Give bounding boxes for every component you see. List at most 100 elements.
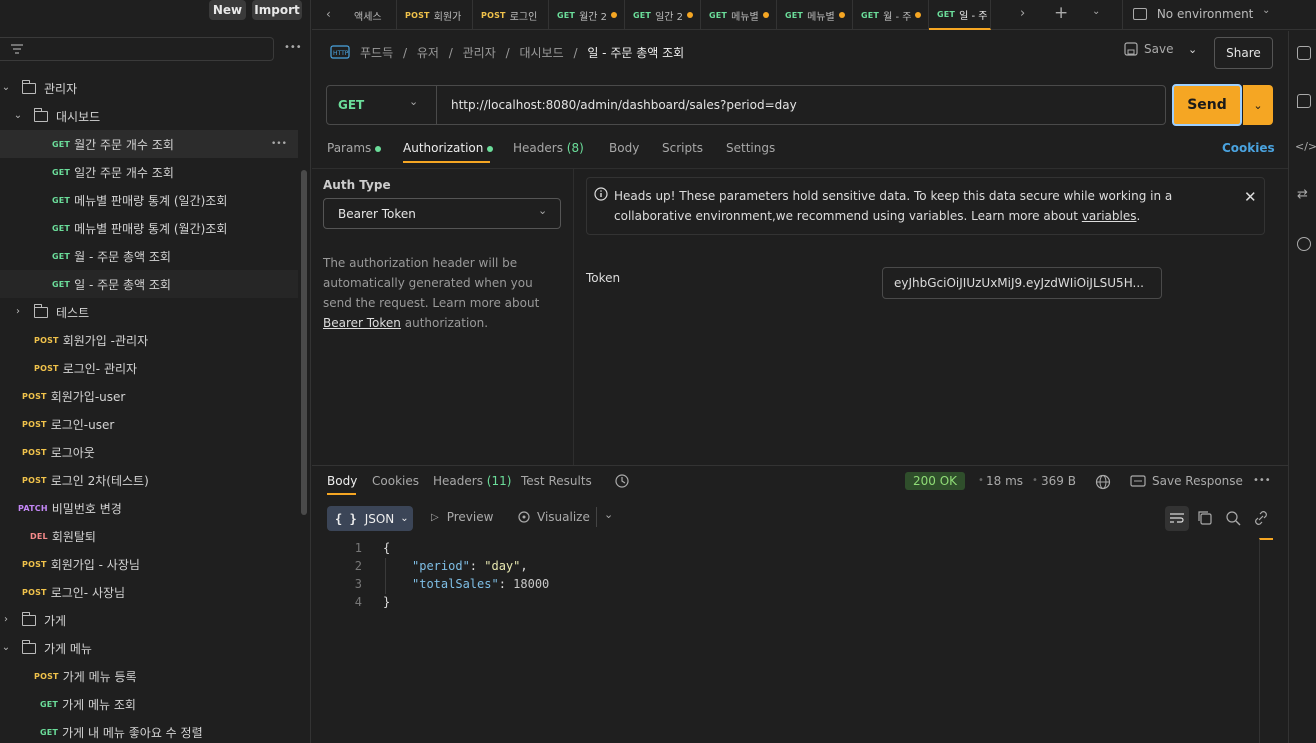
search-icon[interactable] [1225,510,1241,526]
tree-folder[interactable]: › 테스트 [0,298,298,326]
tab-settings[interactable]: Settings [726,141,775,155]
breadcrumb-item[interactable]: 관리자 [463,46,496,60]
request-tab[interactable]: POST 회원가 [397,0,473,30]
save-button[interactable]: Save [1124,42,1173,56]
tree-folder[interactable]: ⌄ 가게 메뉴 [0,634,298,662]
new-tab-icon[interactable]: + [1054,3,1068,23]
tab-scroll-right-icon[interactable]: › [1020,6,1025,21]
cookies-link[interactable]: Cookies [1222,141,1275,155]
request-tab[interactable]: GET 월 - 주 [853,0,929,30]
request-tab[interactable]: 액세스 [346,0,397,30]
response-tab-test-results[interactable]: Test Results [521,474,592,488]
close-icon[interactable]: ✕ [1244,188,1257,206]
tree-item-label: 가게 [44,613,67,628]
environment-selector[interactable]: No environment [1133,6,1316,21]
visualize-button[interactable]: Visualize [516,510,590,524]
history-icon[interactable] [614,473,630,489]
method-selector[interactable]: GET ⌄ [327,86,437,124]
tab-headers[interactable]: Headers (8) [513,141,584,155]
info-icon[interactable] [1297,237,1311,251]
sidebar-more-icon[interactable]: ••• [284,42,302,53]
save-dropdown-icon[interactable]: ⌄ [1188,43,1197,56]
item-more-icon[interactable]: ••• [271,139,287,149]
link-icon[interactable] [1253,510,1269,526]
copy-icon[interactable] [1197,510,1213,526]
chevron-down-icon[interactable]: ⌄ [0,642,12,654]
tree-request[interactable]: GET 일 - 주문 총액 조회 [0,270,298,298]
tree-folder[interactable]: ⌄ 대시보드 [0,102,298,130]
response-scroll-track[interactable] [1259,538,1273,743]
format-select[interactable]: { } JSON ⌄ [327,506,413,531]
chevron-right-icon[interactable]: › [12,306,24,318]
tree-request[interactable]: GET 메뉴별 판매량 통계 (월간)조회 [0,214,298,242]
documentation-icon[interactable] [1297,46,1311,60]
request-tab[interactable]: GET 일간 2 [625,0,701,30]
breadcrumb-item[interactable]: 푸드득 [360,46,393,60]
wrap-lines-button[interactable] [1165,506,1189,531]
request-tab[interactable]: POST 로그인 [473,0,549,30]
response-tab-headers[interactable]: Headers (11) [433,474,511,488]
tree-request[interactable]: POST 회원가입 - 사장님 [0,550,298,578]
tab-authorization[interactable]: Authorization [403,141,494,155]
breadcrumb-item[interactable]: 유저 [417,46,439,60]
tree-request[interactable]: GET 가게 메뉴 조회 [0,690,298,718]
tree-request[interactable]: POST 로그아웃 [0,438,298,466]
tree-request[interactable]: GET 메뉴별 판매량 통계 (일간)조회 [0,186,298,214]
visualize-dropdown-icon[interactable]: ⌄ [604,508,613,521]
tree-request[interactable]: PATCH 비밀번호 변경 [0,494,298,522]
chevron-down-icon[interactable]: ⌄ [0,82,12,94]
comments-icon[interactable] [1297,94,1311,108]
response-tab-cookies[interactable]: Cookies [372,474,419,488]
tree-request[interactable]: POST 로그인 2차(테스트) [0,466,298,494]
chevron-down-icon[interactable]: ⌄ [12,110,24,122]
share-button[interactable]: Share [1214,37,1273,69]
bearer-token-link[interactable]: Bearer Token [323,316,401,330]
tree-folder[interactable]: ⌄ 관리자 [0,74,298,102]
filter-input[interactable] [0,37,274,61]
auth-type-select[interactable]: Bearer Token ⌄ [323,198,561,229]
response-tab-body[interactable]: Body [327,474,357,488]
response-more-icon[interactable]: ••• [1253,475,1271,486]
tab-scroll-left-icon[interactable]: ‹ [326,7,331,21]
tree-folder[interactable]: › 가게 [0,606,298,634]
tree-request[interactable]: GET 월 - 주문 총액 조회 [0,242,298,270]
new-button[interactable]: New [209,0,246,20]
tree-request[interactable]: GET 월간 주문 개수 조회 ••• [0,130,298,158]
chevron-right-icon[interactable]: › [0,614,12,626]
request-tab[interactable]: GET 월간 2 [549,0,625,30]
send-dropdown-icon[interactable]: ⌄ [1243,85,1273,125]
method-badge: POST [22,447,47,457]
breadcrumb-item[interactable]: 대시보드 [519,46,563,60]
tree-request[interactable]: POST 로그인-user [0,410,298,438]
request-tab[interactable]: GET 메뉴별 [701,0,777,30]
environment-dropdown-icon[interactable]: ⌄ [1262,5,1270,16]
tab-body[interactable]: Body [609,141,639,155]
variables-link[interactable]: variables [1082,209,1137,223]
related-icon[interactable]: ⇄ [1297,187,1308,202]
import-button[interactable]: Import [252,0,302,20]
tab-list-dropdown-icon[interactable]: ⌄ [1092,6,1100,17]
sidebar-scrollbar[interactable] [301,170,307,515]
code-icon[interactable]: </> [1295,140,1316,153]
tree-request[interactable]: GET 가게 내 메뉴 좋아요 수 정렬 [0,718,298,743]
tree-request[interactable]: POST 회원가입-user [0,382,298,410]
tree-request[interactable]: POST 가게 메뉴 등록 [0,662,298,690]
tab-scripts[interactable]: Scripts [662,141,703,155]
tab-params[interactable]: Params [327,141,382,155]
response-body-viewer[interactable]: 1 2 3 4 { "period": "day", "totalSales":… [312,536,1262,636]
send-button[interactable]: Send [1172,84,1242,126]
tree-request[interactable]: POST 로그인- 관리자 [0,354,298,382]
tree-request[interactable]: GET 일간 주문 개수 조회 [0,158,298,186]
request-tab[interactable]: GET 일 - 주 [929,0,991,30]
tree-request[interactable]: POST 회원가입 -관리자 [0,326,298,354]
tree-item-label: 회원가입-user [50,389,126,404]
globe-icon[interactable] [1095,474,1111,490]
tree-request[interactable]: POST 로그인- 사장님 [0,578,298,606]
tree-request[interactable]: DEL 회원탈퇴 [0,522,298,550]
url-input[interactable]: http://localhost:8080/admin/dashboard/sa… [451,98,797,112]
save-response-button[interactable]: Save Response [1130,474,1243,488]
request-title[interactable]: 일 - 주문 총액 조회 [587,46,684,60]
preview-button[interactable]: ▷ Preview [431,510,493,524]
token-input[interactable]: eyJhbGciOiJIUzUxMiJ9.eyJzdWIiOiJLSU5H... [882,267,1162,299]
request-tab[interactable]: GET 메뉴별 [777,0,853,30]
